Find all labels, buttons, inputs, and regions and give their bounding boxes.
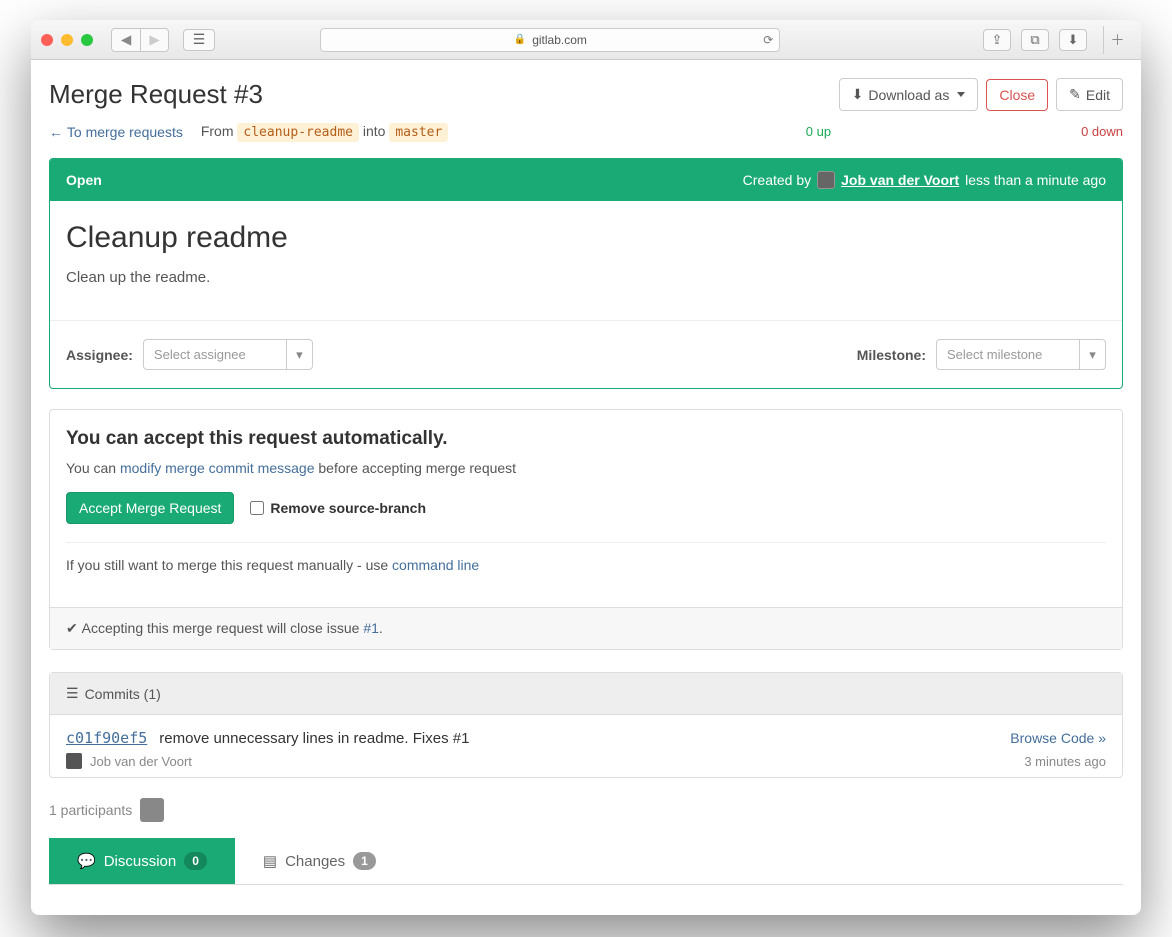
participants-label: 1 participants: [49, 802, 132, 818]
tabs-button[interactable]: ⧉: [1021, 29, 1049, 51]
edit-label: Edit: [1086, 87, 1110, 103]
commit-author: Job van der Voort: [90, 754, 192, 769]
forward-button[interactable]: ▶: [140, 29, 168, 51]
discussion-count: 0: [184, 852, 207, 870]
accept-subtext: You can modify merge commit message befo…: [66, 460, 1106, 476]
milestone-label: Milestone:: [857, 347, 926, 363]
accept-merge-button[interactable]: Accept Merge Request: [66, 492, 234, 524]
author-link[interactable]: Job van der Voort: [841, 172, 959, 188]
branch-info: From cleanup-readme into master: [201, 123, 448, 140]
milestone-placeholder: Select milestone: [947, 347, 1042, 362]
commit-sha-link[interactable]: c01f90ef5: [66, 729, 147, 747]
milestone-select[interactable]: Select milestone ▾: [936, 339, 1106, 370]
address-bar[interactable]: 🔒 gitlab.com ⟳: [320, 28, 780, 52]
arrow-left-icon: ←: [49, 124, 67, 140]
assignee-placeholder: Select assignee: [154, 347, 246, 362]
modify-commit-link[interactable]: modify merge commit message: [120, 460, 315, 476]
close-label: Close: [999, 87, 1035, 103]
assignee-select[interactable]: Select assignee ▾: [143, 339, 313, 370]
download-button[interactable]: ⬇ Download as: [839, 78, 979, 111]
close-button[interactable]: Close: [986, 79, 1048, 111]
new-tab-button[interactable]: ＋: [1103, 26, 1131, 54]
lock-icon: 🔒: [514, 34, 526, 45]
check-icon: ✔: [66, 620, 82, 636]
created-when: less than a minute ago: [965, 172, 1106, 188]
author-avatar[interactable]: [817, 171, 835, 189]
download-label: Download as: [868, 87, 949, 103]
browser-toolbar: ◀ ▶ ☰ 🔒 gitlab.com ⟳ ⇪ ⧉ ⬇ ＋: [31, 20, 1141, 60]
tab-changes-label: Changes: [285, 853, 345, 870]
window-minimize-icon[interactable]: [61, 34, 73, 46]
manual-merge-text: If you still want to merge this request …: [66, 557, 1106, 573]
diff-icon: ▤: [263, 852, 277, 870]
edit-button[interactable]: ✎ Edit: [1056, 78, 1123, 111]
remove-branch-checkbox[interactable]: [250, 501, 264, 515]
mr-description: Clean up the readme.: [66, 269, 1106, 286]
commits-header-label: Commits (1): [85, 686, 161, 702]
participant-avatar[interactable]: [140, 798, 164, 822]
window-close-icon[interactable]: [41, 34, 53, 46]
commit-when: 3 minutes ago: [1024, 754, 1106, 769]
download-icon: ⬇: [852, 86, 864, 103]
accept-button-label: Accept Merge Request: [79, 500, 221, 516]
commit-author-avatar: [66, 753, 82, 769]
list-icon: ☰: [66, 685, 79, 702]
assignee-label: Assignee:: [66, 347, 133, 363]
target-branch-chip: master: [389, 123, 448, 142]
downloads-button[interactable]: ⬇: [1059, 29, 1087, 51]
tab-discussion-label: Discussion: [104, 853, 177, 870]
commits-header: ☰ Commits (1): [50, 673, 1122, 715]
command-line-link[interactable]: command line: [392, 557, 479, 573]
downvotes: 0 down: [1081, 124, 1123, 139]
remove-branch-option[interactable]: Remove source-branch: [250, 500, 426, 516]
closes-issue-link[interactable]: #1: [363, 620, 379, 636]
chevron-down-icon: ▾: [286, 340, 312, 369]
commit-message: remove unnecessary lines in readme. Fixe…: [159, 730, 469, 747]
chevron-down-icon: [957, 92, 965, 97]
source-branch-chip: cleanup-readme: [237, 123, 359, 142]
back-link-text: To merge requests: [67, 124, 183, 140]
accept-heading: You can accept this request automaticall…: [66, 428, 1106, 450]
changes-count: 1: [353, 852, 376, 870]
sidebar-button[interactable]: ☰: [183, 29, 215, 51]
url-text: gitlab.com: [532, 33, 587, 47]
reload-icon[interactable]: ⟳: [763, 33, 773, 47]
edit-icon: ✎: [1069, 86, 1081, 103]
remove-branch-label: Remove source-branch: [270, 500, 426, 516]
tab-discussion[interactable]: 💬 Discussion 0: [49, 838, 235, 884]
tab-changes[interactable]: ▤ Changes 1: [235, 838, 404, 884]
back-button[interactable]: ◀: [112, 29, 140, 51]
window-zoom-icon[interactable]: [81, 34, 93, 46]
commit-row: c01f90ef5 remove unnecessary lines in re…: [50, 715, 1122, 777]
mr-status-badge: Open: [66, 172, 102, 188]
comment-icon: 💬: [77, 852, 96, 870]
created-by-label: Created by: [743, 172, 811, 188]
chevron-down-icon: ▾: [1079, 340, 1105, 369]
back-to-mr-link[interactable]: ← To merge requests: [49, 124, 183, 140]
share-button[interactable]: ⇪: [983, 29, 1011, 51]
mr-title: Cleanup readme: [66, 221, 1106, 255]
browse-code-link[interactable]: Browse Code »: [1010, 730, 1106, 746]
page-title: Merge Request #3: [49, 79, 831, 110]
upvotes: 0 up: [806, 124, 831, 139]
closes-issue-notice: ✔ Accepting this merge request will clos…: [50, 607, 1122, 649]
